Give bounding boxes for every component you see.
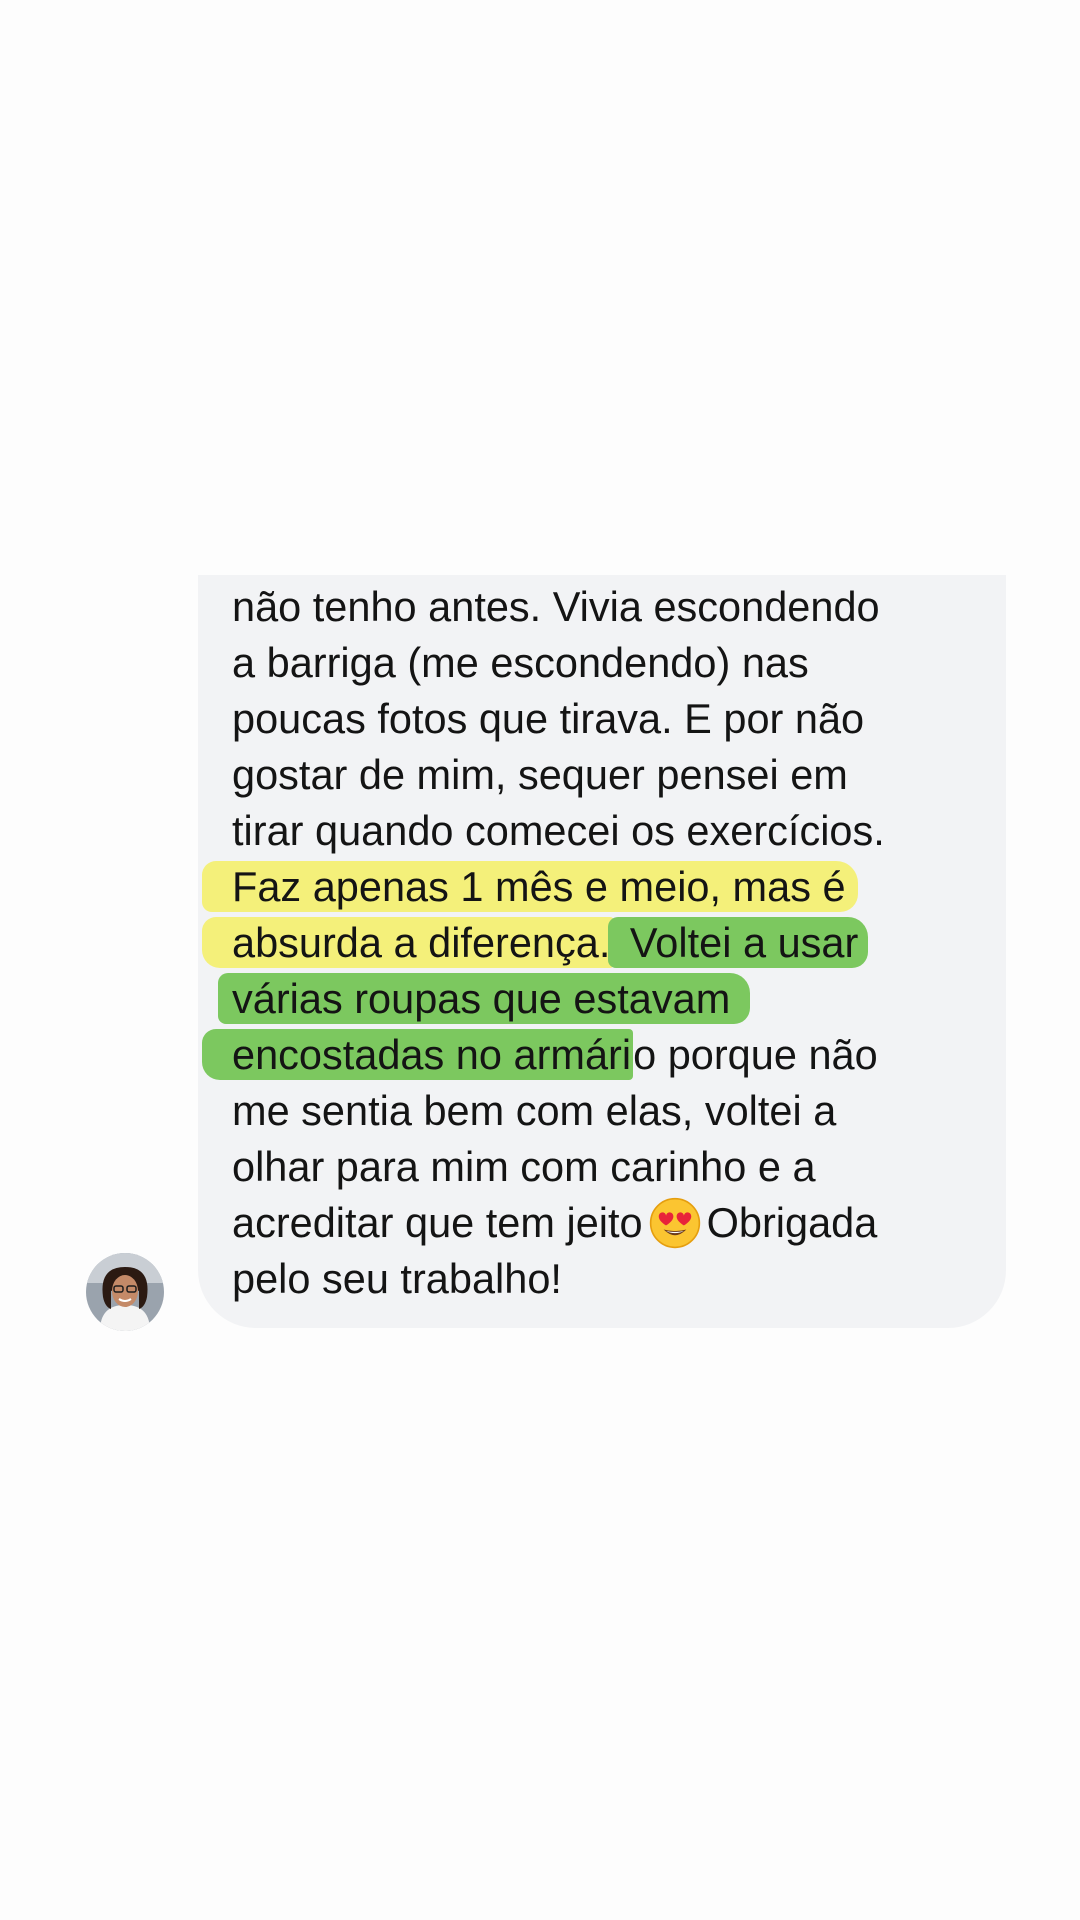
message-line: me sentia bem com elas, voltei a (232, 1087, 837, 1134)
message-text: não tenho antes. Vivia escondendo a barr… (202, 579, 1002, 1307)
heart-eyes-emoji-icon (649, 1197, 700, 1249)
message-fragment: acreditar que tem jeito (232, 1199, 643, 1246)
message-line: poucas fotos que tirava. E por não (232, 695, 865, 742)
yellow-highlight: Faz apenas 1 mês e meio, mas é (202, 861, 858, 912)
message-line: gostar de mim, sequer pensei em (232, 751, 848, 798)
yellow-highlight: absurda a diferença. (202, 917, 615, 968)
message-line: Faz apenas 1 mês e meio, mas é (202, 859, 1002, 915)
message-line: tirar quando comecei os exercícios. (232, 807, 885, 854)
message-line: pelo seu trabalho! (232, 1255, 562, 1302)
avatar-photo (86, 1253, 164, 1331)
message-line: várias roupas que estavam (218, 971, 1002, 1027)
message-line: absurda a diferença. Voltei a usar (202, 915, 1002, 971)
message-fragment: o porque não (633, 1031, 878, 1078)
message-line: encostadas no armário porque não (202, 1027, 1002, 1083)
message-fragment: Obrigada (706, 1199, 878, 1246)
message-line: acreditar que tem jeito Obrigada (232, 1195, 1002, 1251)
message-line: não tenho antes. Vivia escondendo (232, 583, 880, 630)
green-highlight: Voltei a usar (608, 917, 869, 968)
green-highlight: encostadas no armári (202, 1029, 634, 1080)
message-line: olhar para mim com carinho e a (232, 1143, 816, 1190)
green-highlight: várias roupas que estavam (218, 973, 751, 1024)
message-line: a barriga (me escondendo) nas (232, 639, 809, 686)
avatar[interactable] (86, 1253, 164, 1331)
